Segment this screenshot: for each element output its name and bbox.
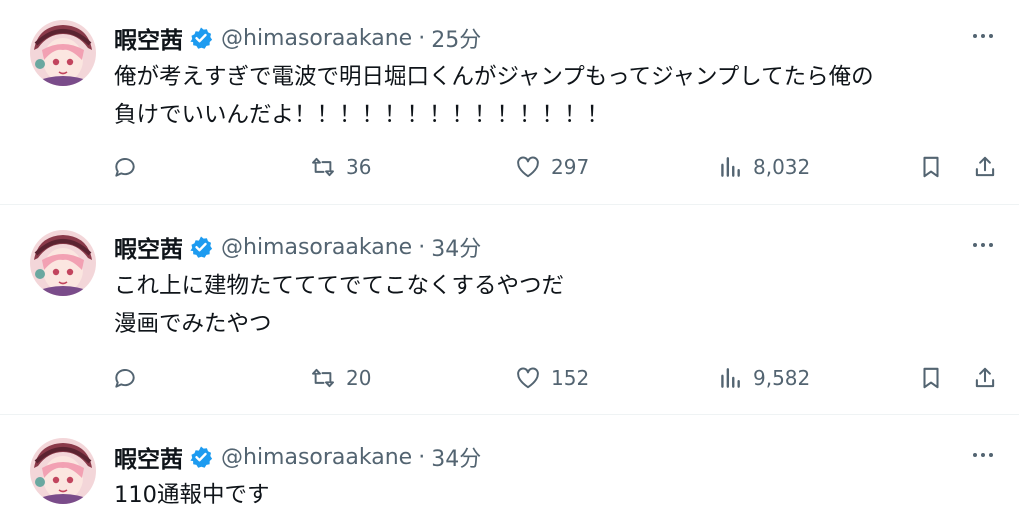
- verified-badge-icon: [189, 26, 213, 50]
- handle[interactable]: @himasoraakane: [221, 235, 412, 260]
- tweet-header: 暇空茜 @himasoraakane · 34分: [114, 440, 481, 474]
- views-count: 8,032: [753, 155, 811, 179]
- avatar[interactable]: [30, 230, 96, 296]
- share-icon: [975, 156, 995, 177]
- more-horizontal-icon[interactable]: [969, 26, 997, 46]
- tweet-header: 暇空茜 @himasoraakane · 25分: [114, 21, 481, 55]
- tweet-text: 110通報中です: [114, 482, 270, 508]
- separator-dot: ·: [418, 234, 426, 260]
- views-chart-icon: [721, 368, 740, 388]
- bookmark-icon: [923, 367, 939, 389]
- tweet[interactable]: 暇空茜 @himasoraakane · 34分 これ上に建物たてててでてこなく…: [0, 206, 1019, 415]
- retweet-button[interactable]: 20: [310, 361, 371, 395]
- avatar[interactable]: [30, 20, 96, 86]
- more-horizontal-icon[interactable]: [969, 235, 997, 255]
- share-button[interactable]: [972, 150, 998, 184]
- handle[interactable]: @himasoraakane: [221, 445, 412, 470]
- like-button[interactable]: 152: [515, 361, 589, 395]
- display-name[interactable]: 暇空茜: [114, 21, 183, 55]
- timestamp[interactable]: 34分: [431, 441, 481, 473]
- tweet[interactable]: 暇空茜 @himasoraakane · 25分 俺が考えすぎで電波で明日堀口く…: [0, 0, 1019, 205]
- retweet-count: 20: [346, 366, 372, 390]
- verified-badge-icon: [189, 445, 213, 469]
- reply-button[interactable]: [112, 361, 138, 395]
- separator-dot: ·: [418, 25, 426, 51]
- bookmark-icon: [923, 156, 939, 178]
- display-name[interactable]: 暇空茜: [114, 230, 183, 264]
- verified-badge-icon: [189, 235, 213, 259]
- heart-icon: [517, 367, 539, 389]
- avatar[interactable]: [30, 438, 96, 504]
- bookmark-button[interactable]: [918, 361, 944, 395]
- retweet-count: 36: [346, 155, 372, 179]
- timestamp[interactable]: 34分: [431, 231, 481, 263]
- like-count: 297: [551, 155, 590, 179]
- heart-icon: [517, 156, 539, 178]
- share-button[interactable]: [972, 361, 998, 395]
- retweet-button[interactable]: 36: [310, 150, 371, 184]
- tweet-header: 暇空茜 @himasoraakane · 34分: [114, 230, 481, 264]
- reply-icon: [115, 369, 135, 388]
- tweet-text: 俺が考えすぎで電波で明日堀口くんがジャンプもってジャンプしてたら俺の 負けでいい…: [114, 64, 874, 128]
- bookmark-button[interactable]: [918, 150, 944, 184]
- views-button[interactable]: 8,032: [717, 150, 810, 184]
- share-icon: [975, 367, 995, 388]
- tweet-actions: 20 152 9,582: [110, 361, 1010, 395]
- separator-dot: ·: [418, 444, 426, 470]
- tweet-text: これ上に建物たてててでてこなくするやつだ 漫画でみたやつ: [114, 273, 565, 337]
- like-count: 152: [551, 366, 590, 390]
- views-button[interactable]: 9,582: [717, 361, 810, 395]
- timestamp[interactable]: 25分: [431, 22, 481, 54]
- more-horizontal-icon[interactable]: [969, 445, 997, 465]
- views-chart-icon: [721, 157, 740, 177]
- display-name[interactable]: 暇空茜: [114, 440, 183, 474]
- retweet-icon: [312, 157, 334, 177]
- tweet-actions: 36 297 8,032: [110, 150, 1010, 184]
- retweet-icon: [312, 368, 334, 388]
- views-count: 9,582: [753, 366, 811, 390]
- tweet[interactable]: 暇空茜 @himasoraakane · 34分 110通報中です: [0, 416, 1019, 511]
- handle[interactable]: @himasoraakane: [221, 26, 412, 51]
- like-button[interactable]: 297: [515, 150, 589, 184]
- reply-icon: [115, 158, 135, 177]
- reply-button[interactable]: [112, 150, 138, 184]
